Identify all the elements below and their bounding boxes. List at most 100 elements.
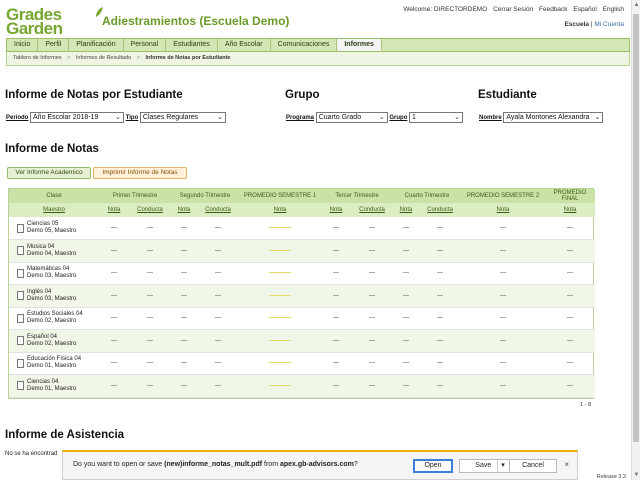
class-cell[interactable]: Música 04 Demo 04, Maestro (9, 239, 99, 263)
tab-personal[interactable]: Personal (124, 39, 167, 51)
periodo-filter: Periodo Año Escolar 2018-19 ⌄ Tipo Clase… (6, 112, 226, 123)
tipo-value: Clases Regulares (142, 114, 199, 121)
col-nota[interactable]: Nota (239, 203, 322, 217)
grade-cell: --- (197, 284, 240, 308)
programa-value: Cuarto Grado (318, 114, 362, 121)
grades-table: Clase Primer Trimestre Segundo Trimestre… (9, 189, 596, 398)
grade-cell: --- (393, 374, 420, 398)
scroll-up-icon[interactable]: ▲ (632, 0, 640, 10)
grade-cell: --- (545, 352, 596, 375)
my-account-link[interactable]: Mi Cuenta (594, 21, 624, 28)
scroll-down-icon[interactable]: ▼ (632, 470, 640, 480)
class-name: Educación Física 04 (27, 356, 82, 363)
col-nota[interactable]: Nota (321, 203, 352, 217)
class-cell[interactable]: Matemáticas 04 Demo 03, Maestro (9, 262, 99, 285)
grade-cell: --- (321, 374, 352, 398)
periodo-select[interactable]: Año Escolar 2018-19 ⌄ (30, 112, 125, 123)
col-conducta[interactable]: Conducta (197, 203, 240, 217)
document-icon[interactable] (17, 381, 24, 391)
english-link[interactable]: English (603, 6, 624, 13)
document-icon[interactable] (17, 358, 24, 368)
page-scrollbar[interactable]: ▲ ▼ (631, 0, 640, 480)
class-cell[interactable]: Estudios Sociales 04 Demo 02, Maestro (9, 307, 99, 330)
col-conducta[interactable]: Conducta (419, 203, 462, 217)
col-conducta[interactable]: Conducta (351, 203, 394, 217)
document-icon[interactable] (17, 291, 24, 301)
grade-cell: --- (393, 352, 420, 375)
class-cell[interactable]: Inglés 04 Demo 03, Maestro (9, 284, 99, 308)
tab-inicio[interactable]: Inicio (7, 39, 39, 51)
download-prompt: Do you want to open or save (73, 461, 165, 468)
save-label: Save (475, 462, 492, 469)
class-cell[interactable]: Educación Física 04 Demo 01, Maestro (9, 352, 99, 375)
col-nota[interactable]: Nota (99, 203, 129, 217)
grade-cell: --- (197, 374, 240, 398)
download-suffix: ? (353, 461, 358, 468)
tab-comunicaciones[interactable]: Comunicaciones (271, 39, 338, 51)
breadcrumb-tablero[interactable]: Tablero de Informes (13, 55, 62, 61)
report-title: Informe de Notas por Estudiante (5, 89, 183, 101)
grade-cell: --- (171, 262, 197, 285)
teacher-name: Demo 01, Maestro (27, 363, 77, 370)
close-icon[interactable]: × (564, 460, 569, 469)
document-icon[interactable] (17, 336, 24, 346)
col-conducta[interactable]: Conducta (129, 203, 171, 217)
grade-cell: --- (419, 262, 462, 285)
open-button[interactable]: Open (413, 459, 453, 473)
grade-cell: --- (321, 284, 352, 308)
header-row-2: Maestro Nota Conducta Nota Conducta Nota… (9, 203, 596, 217)
grades-garden-logo[interactable]: Grades Garden (6, 6, 103, 37)
tab-planificacion[interactable]: Planificación (69, 39, 124, 51)
col-clase[interactable]: Clase (9, 189, 99, 203)
logout-link[interactable]: Cerrar Sesión (493, 6, 533, 13)
tipo-select[interactable]: Clases Regulares ⌄ (139, 112, 226, 123)
table-row: Ciencias 05 Demo 05, Maestro --- --- --- --- -… (9, 217, 596, 240)
grupo-select[interactable]: 1 ⌄ (409, 112, 464, 123)
nombre-label: Nombre (479, 115, 502, 122)
programa-label: Programa (286, 115, 315, 122)
ver-informe-academico-button[interactable]: Ver Informe Academico (7, 167, 91, 179)
class-cell[interactable]: Ciencias 04 Demo 01, Maestro (9, 374, 99, 398)
grade-cell: --- (129, 262, 171, 285)
promedio-placeholder (269, 362, 292, 364)
feedback-link[interactable]: Feedback (539, 6, 568, 13)
grade-cell: --- (321, 262, 352, 285)
grade-cell: --- (99, 239, 129, 263)
grade-cell: --- (545, 329, 596, 353)
scrollbar-thumb[interactable] (633, 14, 639, 442)
student-filter: Nombre Ayala Montones Alexandra ⌄ (479, 112, 604, 123)
grade-cell: --- (321, 352, 352, 375)
nombre-select[interactable]: Ayala Montones Alexandra ⌄ (503, 112, 604, 123)
grade-cell: --- (197, 262, 240, 285)
tab-ano-escolar[interactable]: Año Escolar (218, 39, 271, 51)
col-nota[interactable]: Nota (171, 203, 197, 217)
grade-cell: --- (419, 374, 462, 398)
grade-cell: --- (197, 217, 240, 240)
document-icon[interactable] (17, 223, 24, 233)
programa-select[interactable]: Cuarto Grado ⌄ (315, 112, 388, 123)
document-icon[interactable] (17, 268, 24, 278)
cancel-button[interactable]: Cancel (509, 459, 557, 473)
class-cell[interactable]: Ciencias 05 Demo 05, Maestro (9, 217, 99, 240)
tab-informes[interactable]: Informes (337, 39, 382, 51)
breadcrumb-resultado[interactable]: Informes de Resultado (76, 55, 131, 61)
class-cell[interactable]: Español 04 Demo 02, Maestro (9, 329, 99, 353)
imprimir-informe-button[interactable]: Imprimir Informe de Notas (93, 167, 187, 179)
col-nota[interactable]: Nota (545, 203, 596, 217)
col-nota[interactable]: Nota (461, 203, 546, 217)
chevron-down-icon[interactable]: ▾ (497, 460, 505, 472)
spanish-link[interactable]: Español (573, 6, 597, 13)
grade-cell: --- (393, 329, 420, 353)
document-icon[interactable] (17, 246, 24, 256)
grade-cell: --- (197, 352, 240, 375)
col-maestro[interactable]: Maestro (9, 203, 99, 217)
grade-cell: --- (129, 329, 171, 353)
document-icon[interactable] (17, 313, 24, 323)
tab-perfil[interactable]: Perfil (38, 39, 70, 51)
tab-estudiantes[interactable]: Estudiantes (166, 39, 218, 51)
col-nota[interactable]: Nota (393, 203, 420, 217)
promedio-placeholder (269, 339, 292, 341)
promedio-semestre-1-cell (239, 352, 322, 375)
grade-cell: --- (461, 284, 546, 308)
grade-cell: --- (171, 307, 197, 330)
